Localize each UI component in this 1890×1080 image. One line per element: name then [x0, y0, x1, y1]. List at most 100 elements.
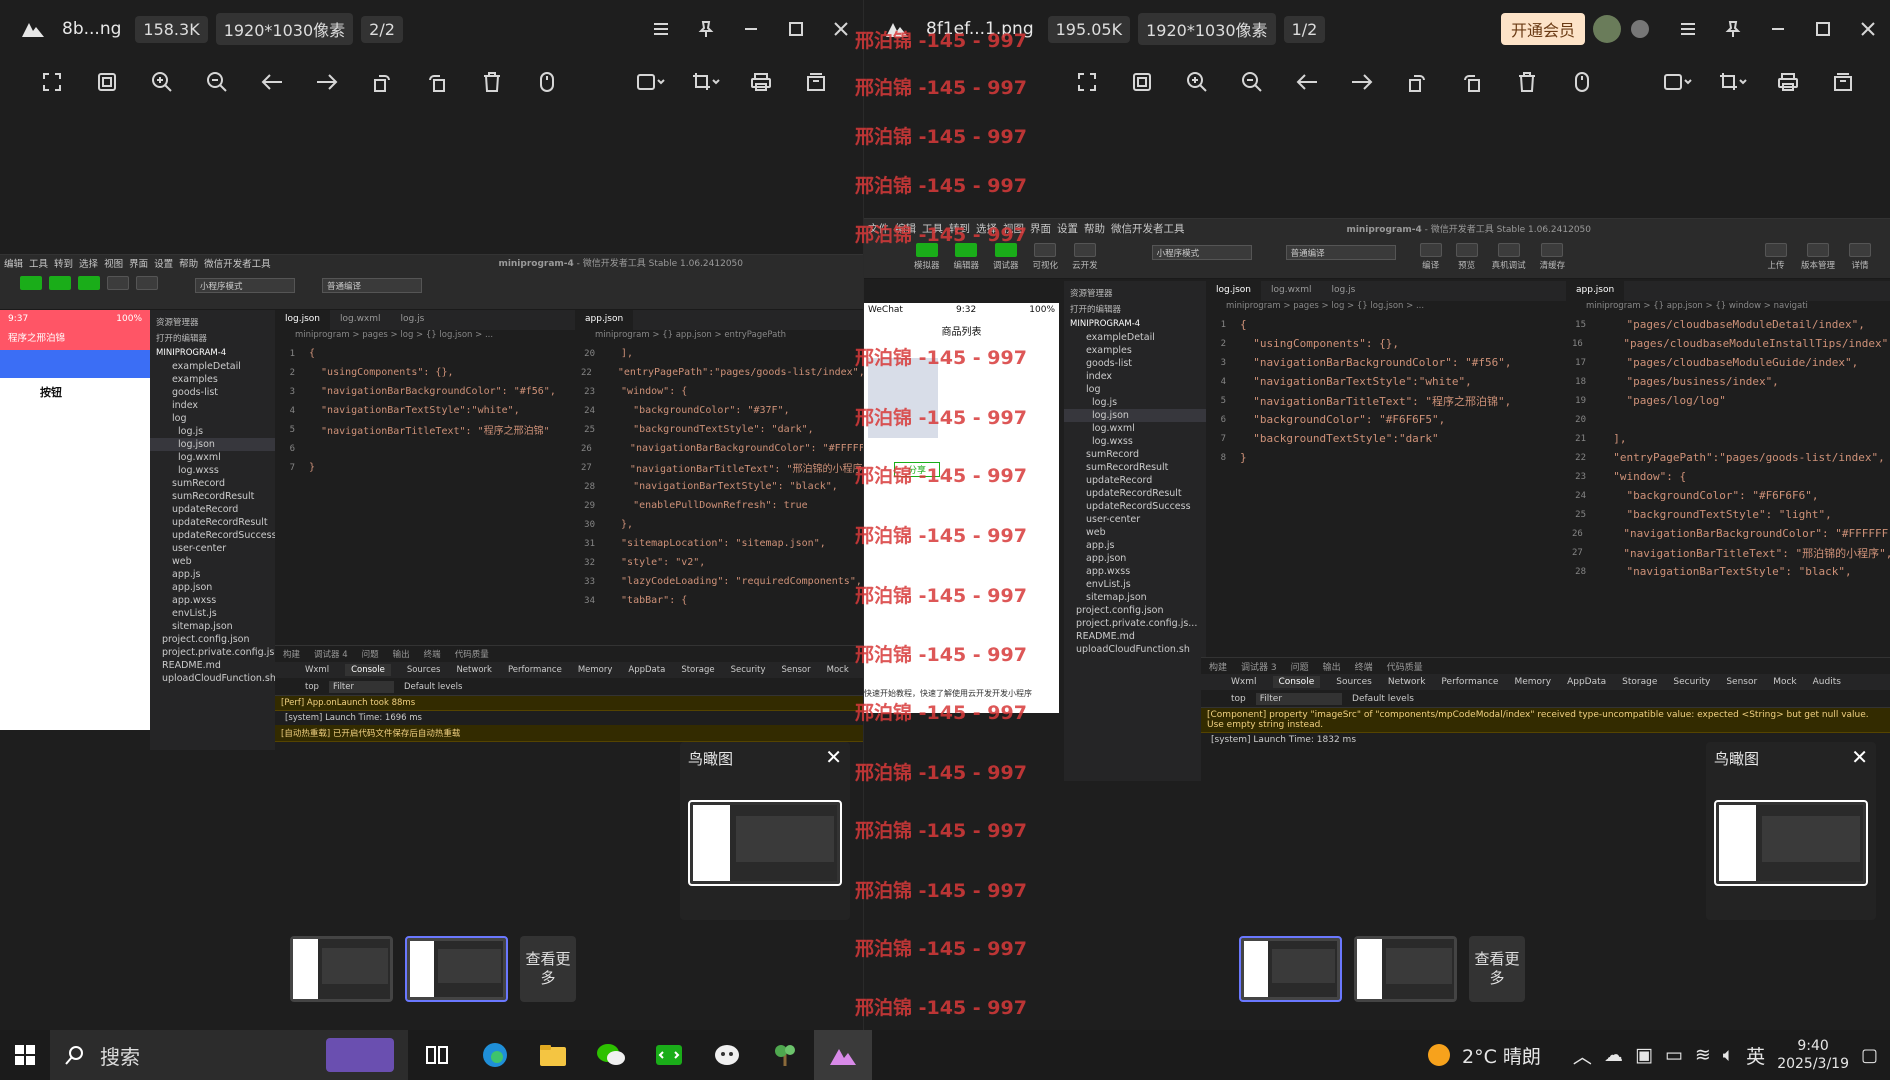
- clear-cache-button[interactable]: 清缓存: [1540, 243, 1565, 271]
- minimize-icon[interactable]: [1755, 0, 1800, 58]
- tab-log-js[interactable]: log.js: [1322, 281, 1366, 301]
- view-more-button[interactable]: 查看更多: [1469, 936, 1525, 1002]
- thumbnail-selected[interactable]: [1239, 936, 1342, 1002]
- actual-size-icon[interactable]: [1114, 58, 1169, 106]
- console-tab[interactable]: Performance: [508, 665, 562, 675]
- chat-app-icon[interactable]: [698, 1030, 756, 1080]
- edit-image-icon[interactable]: [1650, 58, 1705, 106]
- windows-start-icon[interactable]: [0, 1030, 50, 1080]
- tree-item[interactable]: index: [150, 399, 275, 412]
- tab-log-json[interactable]: log.json: [275, 310, 330, 330]
- levels-select[interactable]: Default levels: [404, 682, 462, 692]
- visual-tool[interactable]: 可视化: [1033, 243, 1058, 271]
- print-icon[interactable]: [733, 58, 788, 106]
- console-tab[interactable]: Console: [1272, 676, 1321, 688]
- tree-item[interactable]: updateRecordSuccess: [1064, 500, 1206, 513]
- close-icon[interactable]: [1845, 0, 1890, 58]
- console-tab[interactable]: 终端: [424, 648, 441, 660]
- console-tab[interactable]: Wxml: [305, 665, 329, 675]
- debugger-tool[interactable]: 调试器: [993, 243, 1019, 271]
- badge-icon[interactable]: [1631, 20, 1649, 38]
- console-tab[interactable]: AppData: [628, 665, 665, 675]
- tree-item[interactable]: updateRecord: [1064, 474, 1206, 487]
- maximize-icon[interactable]: [1800, 0, 1845, 58]
- close-birdseye-icon[interactable]: ✕: [1851, 745, 1868, 769]
- edge-icon[interactable]: [466, 1030, 524, 1080]
- notification-icon[interactable]: ▢: [1861, 1045, 1878, 1066]
- zoom-in-icon[interactable]: [1169, 58, 1224, 106]
- console-tab[interactable]: Mock: [1773, 677, 1796, 687]
- file-explorer-icon[interactable]: [524, 1030, 582, 1080]
- console-tab[interactable]: 终端: [1355, 660, 1373, 673]
- ime-indicator[interactable]: 英: [1746, 1042, 1765, 1069]
- tree-item[interactable]: uploadCloudFunction.sh: [150, 672, 275, 685]
- tab-app-json[interactable]: app.json: [575, 310, 634, 330]
- tree-item[interactable]: exampleDetail: [1064, 331, 1206, 344]
- console-tab[interactable]: Memory: [578, 665, 613, 675]
- previous-icon[interactable]: [1279, 58, 1334, 106]
- console-tab[interactable]: Sensor: [781, 665, 810, 675]
- tree-item[interactable]: project.private.config.js...: [150, 646, 275, 659]
- print-icon[interactable]: [1760, 58, 1815, 106]
- pin-icon[interactable]: [1710, 0, 1755, 58]
- tree-item[interactable]: log.wxss: [1064, 435, 1206, 448]
- console-tab[interactable]: 调试器 4: [314, 648, 348, 660]
- minimize-icon[interactable]: [728, 0, 773, 58]
- tree-item[interactable]: uploadCloudFunction.sh: [1064, 643, 1206, 656]
- tree-item[interactable]: index: [1064, 370, 1206, 383]
- tree-item[interactable]: log.wxml: [150, 451, 275, 464]
- tree-item[interactable]: examples: [150, 373, 275, 386]
- context-select[interactable]: top: [305, 682, 319, 692]
- tree-item[interactable]: app.json: [150, 581, 275, 594]
- console-tab[interactable]: Sensor: [1726, 677, 1757, 687]
- tree-item[interactable]: web: [150, 555, 275, 568]
- tree-item[interactable]: log.json: [1064, 409, 1206, 422]
- levels-select[interactable]: Default levels: [1352, 694, 1414, 704]
- tree-item[interactable]: updateRecordResult: [150, 516, 275, 529]
- tree-item[interactable]: goods-list: [150, 386, 275, 399]
- mouse-mode-icon[interactable]: [519, 58, 574, 106]
- rotate-right-icon[interactable]: [1444, 58, 1499, 106]
- cloud-tool[interactable]: 云开发: [1072, 243, 1098, 271]
- image-viewer-taskbar-icon[interactable]: [814, 1030, 872, 1080]
- tree-item[interactable]: updateRecordSuccess: [150, 529, 275, 542]
- thumbnail-selected[interactable]: [405, 936, 508, 1002]
- tree-item[interactable]: app.js: [150, 568, 275, 581]
- tree-item[interactable]: user-center: [1064, 513, 1206, 526]
- console-tab[interactable]: 代码质量: [1387, 660, 1423, 673]
- maximize-icon[interactable]: [773, 0, 818, 58]
- cloud-icon[interactable]: ☁: [1604, 1044, 1623, 1066]
- thumbnail[interactable]: [290, 936, 393, 1002]
- console-tab[interactable]: Performance: [1441, 677, 1498, 687]
- weather-text[interactable]: 2°C 晴朗: [1462, 1042, 1541, 1069]
- console-tab[interactable]: 问题: [362, 648, 379, 660]
- console-tab[interactable]: Network: [456, 665, 492, 675]
- menu-icon[interactable]: [638, 0, 683, 58]
- tree-item[interactable]: project.config.json: [1064, 604, 1206, 617]
- wifi-icon[interactable]: ≋: [1695, 1044, 1711, 1066]
- tab-log-json[interactable]: log.json: [1206, 281, 1261, 301]
- console-tab[interactable]: 输出: [393, 648, 410, 660]
- pin-icon[interactable]: [683, 0, 728, 58]
- wechat-icon[interactable]: [582, 1030, 640, 1080]
- tree-item[interactable]: exampleDetail: [150, 360, 275, 373]
- tab-log-wxml[interactable]: log.wxml: [330, 310, 391, 330]
- filter-input[interactable]: Filter: [328, 680, 394, 693]
- tree-item[interactable]: sumRecordResult: [1064, 461, 1206, 474]
- tree-item[interactable]: user-center: [150, 542, 275, 555]
- next-icon[interactable]: [1334, 58, 1389, 106]
- zoom-out-icon[interactable]: [1224, 58, 1279, 106]
- console-tab[interactable]: Storage: [1622, 677, 1657, 687]
- fit-screen-icon[interactable]: [24, 58, 79, 106]
- actual-size-icon[interactable]: [79, 58, 134, 106]
- simulator-tool[interactable]: 模拟器: [914, 243, 940, 271]
- tree-item[interactable]: app.js: [1064, 539, 1206, 552]
- crop-icon[interactable]: [678, 58, 733, 106]
- console-tab[interactable]: Security: [731, 665, 766, 675]
- console-tab[interactable]: Console: [345, 664, 391, 676]
- tree-item[interactable]: log.wxml: [1064, 422, 1206, 435]
- console-tab[interactable]: Sources: [407, 665, 441, 675]
- console-tab[interactable]: Audits: [1813, 677, 1841, 687]
- rotate-right-icon[interactable]: [409, 58, 464, 106]
- system-clock[interactable]: 9:40 2025/3/19: [1777, 1037, 1849, 1073]
